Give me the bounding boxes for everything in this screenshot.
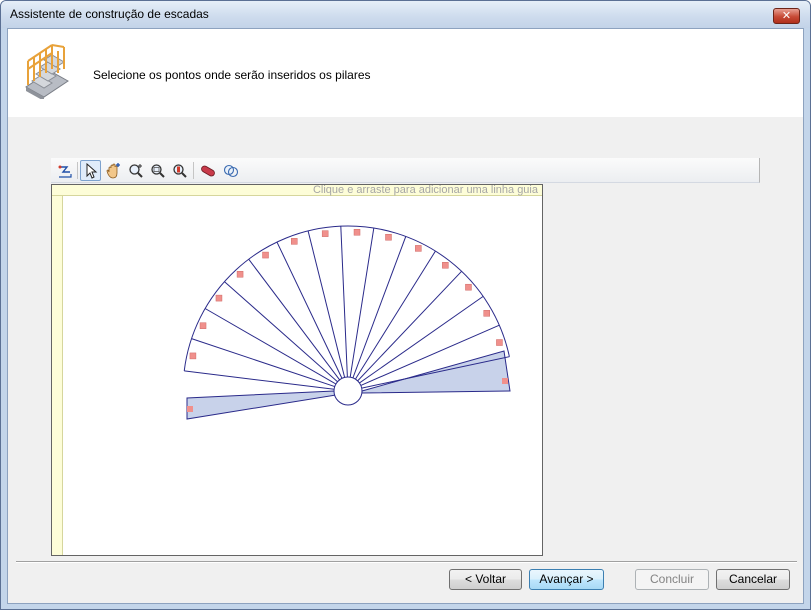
close-button[interactable]: ✕ (773, 8, 800, 24)
snap-tool-icon[interactable] (54, 160, 75, 181)
window-title: Assistente de construção de escadas (10, 7, 209, 21)
back-button[interactable]: < Voltar (449, 569, 522, 590)
pillar-marker (262, 251, 269, 259)
stair-step-line (191, 338, 335, 388)
next-button[interactable]: Avançar > (529, 569, 604, 590)
stair-step-line (307, 230, 346, 378)
vertical-ruler[interactable] (52, 185, 63, 555)
pillar-marker (236, 270, 244, 278)
pillar-marker (353, 229, 361, 236)
pillar-marker (465, 283, 472, 291)
stair-plan-drawing[interactable] (52, 185, 542, 555)
pillar-marker (199, 322, 207, 329)
wizard-header: Selecione os pontos onde serão inseridos… (8, 29, 803, 117)
toolbar-separator (77, 162, 78, 179)
pillar-tool-icon[interactable] (220, 160, 241, 181)
staircase-icon (22, 41, 72, 102)
finish-button[interactable]: Concluir (635, 569, 709, 590)
pillar-marker (215, 294, 223, 302)
toolbar-separator (193, 162, 194, 179)
pillar-marker (189, 352, 197, 360)
pillar-marker (442, 262, 449, 269)
left-landing (186, 390, 337, 420)
footer-divider (16, 561, 797, 563)
pillar-marker (291, 238, 298, 245)
cancel-button[interactable]: Cancelar (716, 569, 790, 590)
horizontal-ruler[interactable]: Clique e arraste para adicionar uma linh… (52, 184, 542, 196)
zoom-in-icon[interactable] (125, 160, 146, 181)
instruction-text: Selecione os pontos onde serão inseridos… (93, 68, 371, 82)
pillar-marker (496, 339, 503, 346)
stair-step-line (224, 281, 338, 383)
stair-step-line (184, 370, 335, 390)
ruler-hint-text: Clique e arraste para adicionar uma linh… (312, 184, 538, 196)
wizard-client-area: Selecione os pontos onde serão inseridos… (7, 28, 804, 604)
stair-step-line (204, 308, 337, 385)
pillar-marker (483, 310, 490, 317)
eraser-icon[interactable] (197, 160, 218, 181)
pillar-marker (321, 230, 329, 237)
zoom-extents-icon[interactable] (169, 160, 190, 181)
pillar-marker (385, 233, 392, 241)
pillar-marker (187, 406, 193, 412)
pillar-marker (415, 245, 422, 252)
central-pillar (333, 376, 363, 406)
pillar-marker (502, 378, 508, 384)
pan-hand-icon[interactable] (103, 160, 124, 181)
stair-step-line (340, 226, 348, 378)
drawing-canvas[interactable]: Clique e arraste para adicionar uma linh… (51, 184, 543, 556)
title-bar[interactable]: Assistente de construção de escadas ✕ (1, 1, 810, 28)
wizard-window: Assistente de construção de escadas ✕ Se… (0, 0, 811, 610)
stair-outer-edge (183, 225, 510, 371)
drawing-toolbar (51, 158, 760, 183)
select-pointer-icon[interactable] (80, 160, 101, 181)
zoom-window-icon[interactable] (147, 160, 168, 181)
